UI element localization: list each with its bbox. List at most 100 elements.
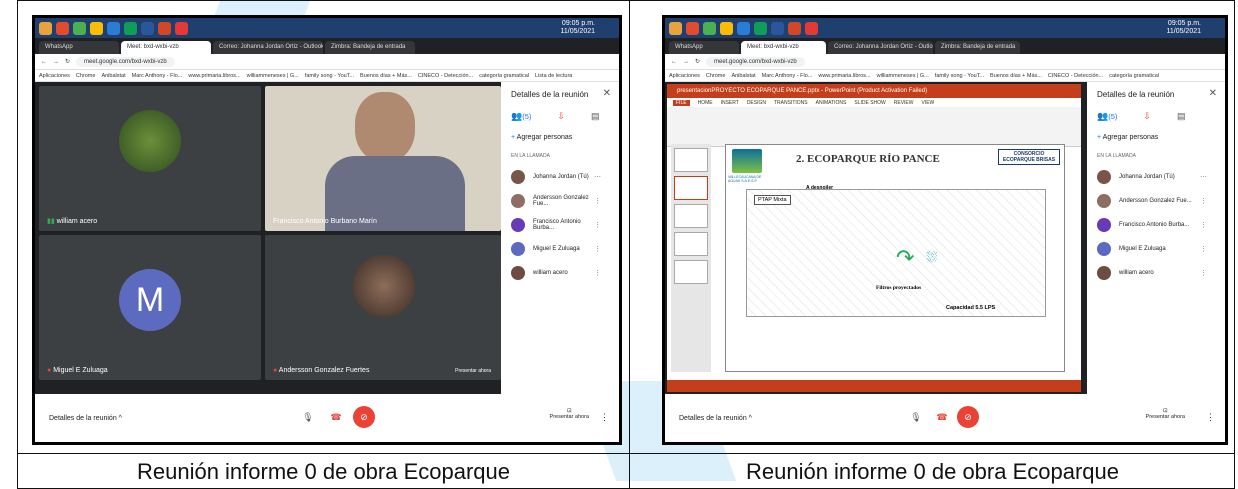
url-field[interactable]: meet.google.com/bxd-wxbi-vzb <box>706 56 805 67</box>
bookmark-item[interactable]: CINECO - Detección... <box>418 73 473 79</box>
bookmark-item[interactable]: Aplicaciones <box>39 73 70 79</box>
participant-row[interactable]: william acero ⋮ <box>1087 261 1225 285</box>
tab-outlook[interactable]: Correo: Johanna Jordan Ortiz - Outlook <box>213 41 323 54</box>
bookmark-item[interactable]: williammeneses | G... <box>877 73 929 79</box>
word-icon[interactable] <box>141 21 154 35</box>
more-icon[interactable]: ⋮ <box>1200 245 1215 253</box>
slide-thumb[interactable] <box>674 232 708 256</box>
mic-icon[interactable]: 🎙 <box>297 406 319 428</box>
ppt-tab[interactable]: INSERT <box>721 100 739 106</box>
bookmark-item[interactable]: www.primaria.libros... <box>818 73 870 79</box>
chrome-icon[interactable] <box>703 21 716 35</box>
ppt-tab[interactable]: TRANSITIONS <box>774 100 808 106</box>
bookmark-item[interactable]: www.primaria.libros... <box>188 73 240 79</box>
add-people-button[interactable]: + Agregar personas <box>501 126 619 147</box>
people-icon[interactable]: 👥(5) <box>511 111 531 122</box>
participant-tile[interactable]: M ● Miguel E Zuluaga <box>39 235 261 380</box>
camera-off-icon[interactable]: ⊘ <box>353 406 375 428</box>
back-icon[interactable]: ← <box>41 59 47 65</box>
app-icon[interactable] <box>56 21 69 35</box>
bookmark-item[interactable]: Marc Anthony - Flo... <box>132 73 183 79</box>
ppt-tab[interactable]: DESIGN <box>747 100 766 106</box>
app-icon[interactable] <box>124 21 137 35</box>
bookmark-item[interactable]: Anibalstat <box>731 73 755 79</box>
folder-icon[interactable] <box>720 21 733 35</box>
ppt-tab[interactable]: FILE <box>673 99 690 106</box>
bookmark-item[interactable]: williammeneses | G... <box>247 73 299 79</box>
bookmark-item[interactable]: Buenos días + Más... <box>990 73 1042 79</box>
present-now-button[interactable]: ⊡ Presentar ahora <box>1146 408 1185 420</box>
participant-row[interactable]: Andersson Gonzalez Fue... ⋮ <box>501 189 619 213</box>
chrome-icon[interactable] <box>73 21 86 35</box>
slide-thumb[interactable] <box>674 176 708 200</box>
bookmark-item[interactable]: Marc Anthony - Flo... <box>762 73 813 79</box>
meeting-details-button[interactable]: Detalles de la reunión ^ <box>679 415 752 422</box>
participant-row[interactable]: william acero ⋮ <box>501 261 619 285</box>
activities-icon[interactable]: ⇩ <box>557 111 565 122</box>
slide-thumb[interactable] <box>674 204 708 228</box>
participant-row[interactable]: Johanna Jordan (Tú) ⋯ <box>501 165 619 189</box>
url-field[interactable]: meet.google.com/bxd-wxbi-vzb <box>76 56 175 67</box>
bookmark-item[interactable]: family song - YouT... <box>935 73 984 79</box>
bookmark-item[interactable]: Buenos días + Más... <box>360 73 412 79</box>
camera-off-icon[interactable]: ⊘ <box>957 406 979 428</box>
folder-icon[interactable] <box>90 21 103 35</box>
hangup-icon[interactable]: ☎ <box>931 406 953 428</box>
bookmark-item[interactable]: Aplicaciones <box>669 73 700 79</box>
more-icon[interactable]: ⋮ <box>1200 269 1215 277</box>
bookmark-item[interactable]: Chrome <box>706 73 726 79</box>
add-people-button[interactable]: + Agregar personas <box>1087 126 1225 147</box>
bookmark-item[interactable]: Anibalstat <box>101 73 125 79</box>
ppt-tab[interactable]: ANIMATIONS <box>816 100 847 106</box>
participant-row[interactable]: Johanna Jordan (Tú) ⋯ <box>1087 165 1225 189</box>
more-icon[interactable]: ⋮ <box>1200 221 1215 229</box>
back-icon[interactable]: ← <box>671 59 677 65</box>
participant-row[interactable]: Andersson Gonzalez Fue... ⋮ <box>1087 189 1225 213</box>
ppt-tab[interactable]: VIEW <box>922 100 935 106</box>
tab-meet[interactable]: Meet: bxd-wxbi-vzb <box>121 41 211 54</box>
tab-whatsapp[interactable]: WhatsApp <box>39 41 119 54</box>
forward-icon[interactable]: → <box>683 59 689 65</box>
more-options-icon[interactable]: ⋮ <box>1206 412 1215 423</box>
bookmark-item[interactable]: Chrome <box>76 73 96 79</box>
more-options-icon[interactable]: ⋮ <box>600 412 609 423</box>
tab-zimbra[interactable]: Zimbra: Bandeja de entrada <box>325 41 415 54</box>
participant-row[interactable]: Francisco Antonio Burba... ⋮ <box>1087 213 1225 237</box>
pdf-icon[interactable] <box>805 21 818 35</box>
tab-whatsapp[interactable]: WhatsApp <box>669 41 739 54</box>
app-icon[interactable] <box>737 21 750 35</box>
app-icon[interactable] <box>669 21 682 35</box>
tab-meet[interactable]: Meet: bxd-wxbi-vzb <box>741 41 826 54</box>
participant-row[interactable]: Francisco Antonio Burba... ⋮ <box>501 213 619 237</box>
more-icon[interactable]: ⋯ <box>1200 173 1215 181</box>
app-icon[interactable] <box>39 21 52 35</box>
participant-row[interactable]: Miguel E Zuluaga ⋮ <box>501 237 619 261</box>
powerpoint-icon[interactable] <box>158 21 171 35</box>
hangup-icon[interactable]: ☎ <box>325 406 347 428</box>
ppt-tab[interactable]: HOME <box>698 100 713 106</box>
app-icon[interactable] <box>107 21 120 35</box>
people-icon[interactable]: 👥(5) <box>1097 111 1117 122</box>
participant-tile[interactable]: ▮▮ william acero <box>39 86 261 231</box>
word-icon[interactable] <box>771 21 784 35</box>
mic-icon[interactable]: 🎙 <box>905 406 927 428</box>
bookmark-item[interactable]: CINECO - Detección... <box>1048 73 1103 79</box>
reload-icon[interactable]: ↻ <box>65 58 70 65</box>
participant-row[interactable]: Miguel E Zuluaga ⋮ <box>1087 237 1225 261</box>
reload-icon[interactable]: ↻ <box>695 58 700 65</box>
bookmark-item[interactable]: Lista de lectura <box>535 73 572 79</box>
ppt-tab[interactable]: REVIEW <box>894 100 914 106</box>
tab-zimbra[interactable]: Zimbra: Bandeja de entrada <box>935 41 1020 54</box>
tab-outlook[interactable]: Correo: Johanna Jordan Ortiz - Outlook <box>828 41 933 54</box>
more-icon[interactable]: ⋮ <box>594 221 609 229</box>
more-icon[interactable]: ⋮ <box>594 197 609 205</box>
bookmark-item[interactable]: family song - YouT... <box>305 73 354 79</box>
chat-icon[interactable]: ▤ <box>591 111 600 122</box>
bookmark-item[interactable]: categoría gramatical <box>1109 73 1159 79</box>
more-icon[interactable]: ⋮ <box>594 245 609 253</box>
slide-thumb[interactable] <box>674 260 708 284</box>
more-icon[interactable]: ⋮ <box>1200 197 1215 205</box>
participant-tile[interactable]: Francisco Antonio Burbano Marín <box>265 86 501 231</box>
present-now-button[interactable]: ⊡ Presentar ahora <box>550 408 589 420</box>
app-icon[interactable] <box>754 21 767 35</box>
